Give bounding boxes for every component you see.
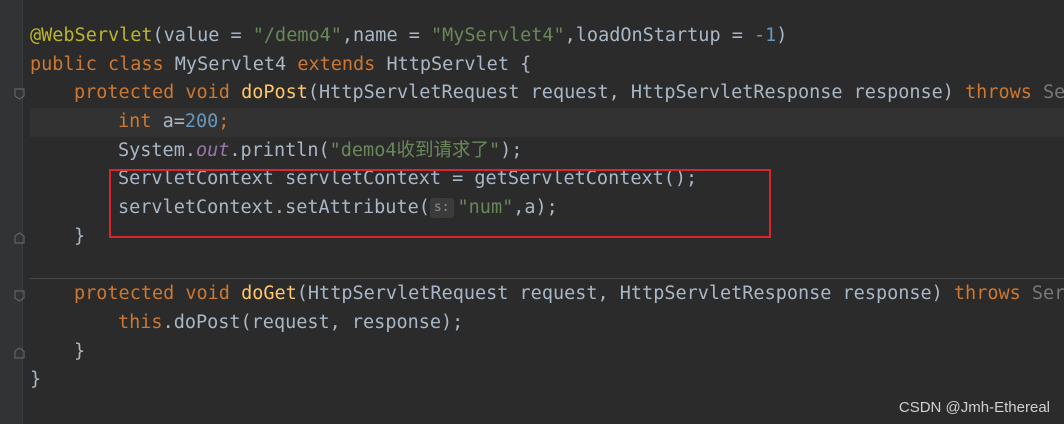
- code-line: protected void doPost(HttpServletRequest…: [74, 82, 1064, 104]
- code-line: protected void doGet(HttpServletRequest …: [74, 283, 1064, 305]
- code-line: }: [74, 340, 86, 362]
- fold-icon[interactable]: [14, 347, 25, 359]
- watermark: CSDN @Jmh-Ethereal: [898, 399, 1050, 416]
- editor-gutter: [0, 0, 23, 424]
- code-line: @WebServlet(value = "/demo4",name = "MyS…: [30, 25, 788, 46]
- code-line-current: int a=200;: [30, 108, 1064, 137]
- fold-icon[interactable]: [14, 290, 25, 302]
- code-line: this.doPost(request, response);: [118, 311, 464, 333]
- code-line: }: [30, 369, 42, 391]
- fold-icon[interactable]: [14, 88, 25, 100]
- highlight-box: [109, 169, 771, 238]
- fold-icon[interactable]: [14, 232, 25, 244]
- code-line: System.out.println("demo4收到请求了");: [118, 139, 523, 161]
- code-line: public class MyServlet4 extends HttpServ…: [30, 53, 532, 75]
